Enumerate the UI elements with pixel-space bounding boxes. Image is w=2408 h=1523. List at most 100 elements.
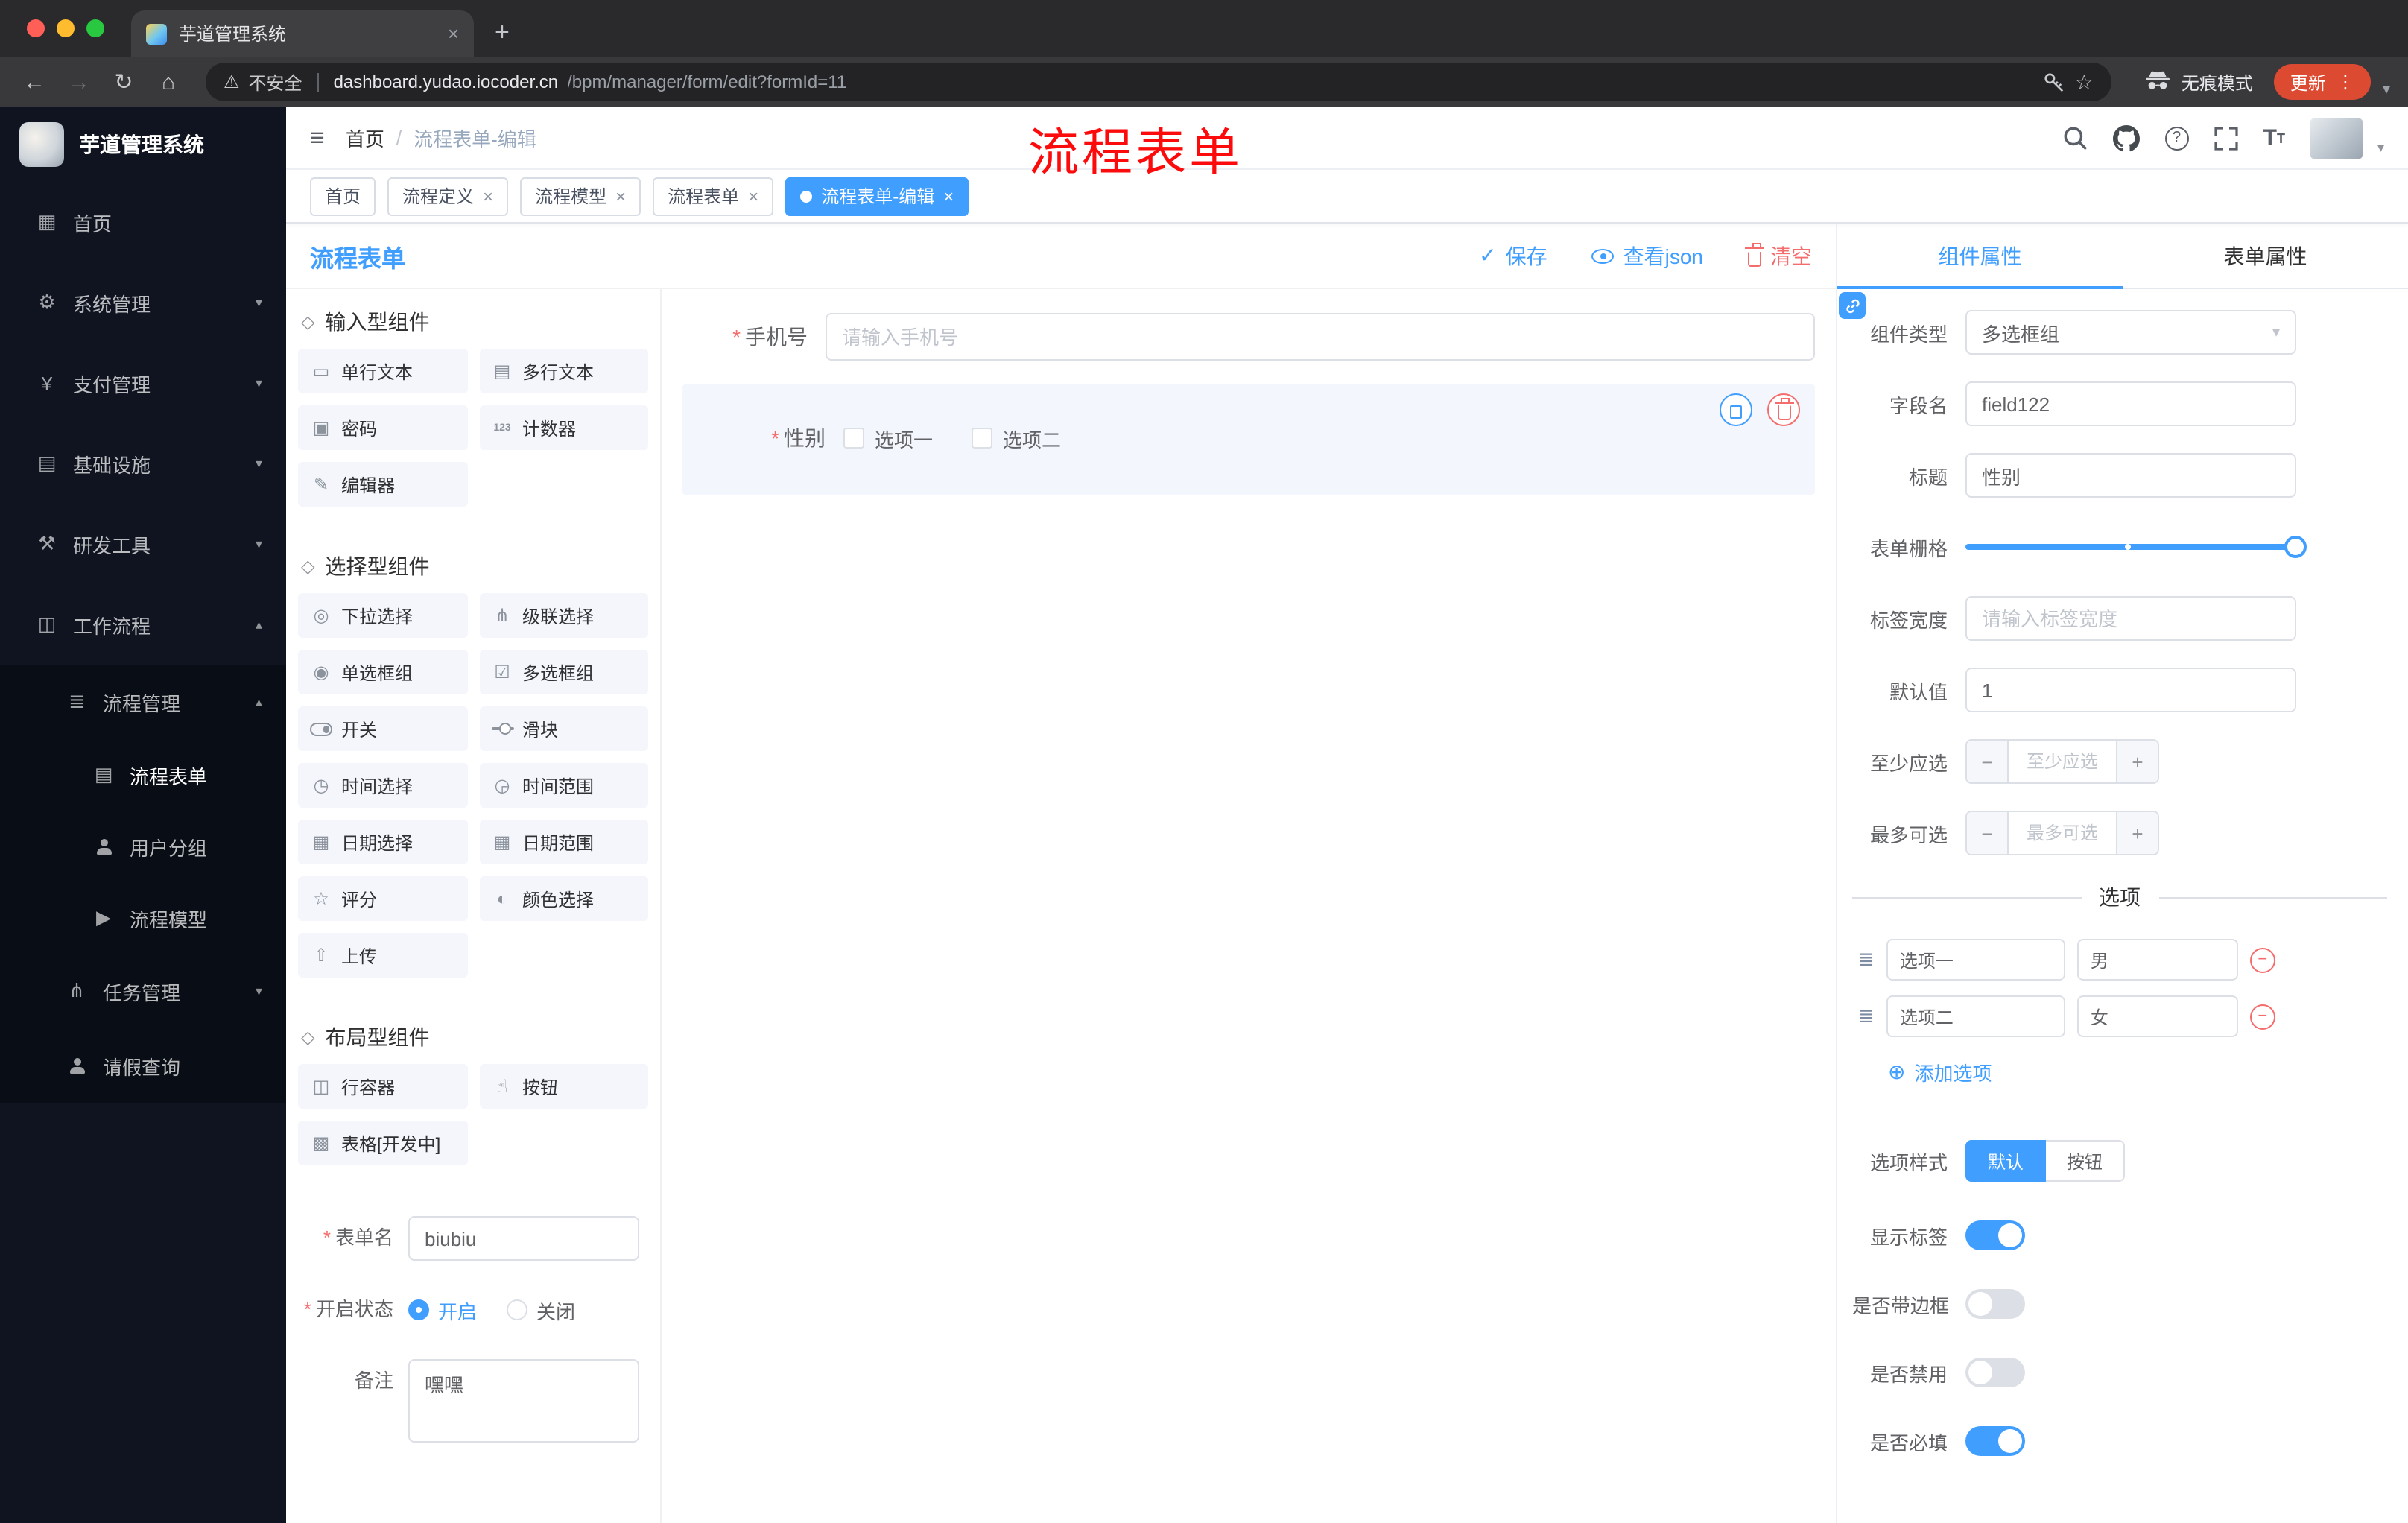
tag-home[interactable]: 首页 <box>310 177 376 215</box>
status-off-radio[interactable]: 关闭 <box>507 1296 575 1324</box>
form-grid-slider[interactable] <box>1965 525 2307 569</box>
canvas-widget-gender[interactable]: * 性别 选项一 选项二 <box>682 384 1815 495</box>
slider-track[interactable] <box>1965 536 2307 558</box>
status-on-radio[interactable]: 开启 <box>408 1296 477 1324</box>
update-button[interactable]: 更新 ⋮ <box>2273 64 2371 100</box>
close-icon[interactable]: × <box>483 186 493 206</box>
delete-widget-button[interactable] <box>1767 393 1800 426</box>
option-label-input[interactable] <box>1886 939 2065 981</box>
font-size-icon[interactable]: TT <box>2263 127 2285 149</box>
phone-input[interactable] <box>826 313 1815 361</box>
sidebar-item-payment[interactable]: ¥ 支付管理 ▾ <box>0 343 286 423</box>
new-tab-button[interactable]: + <box>495 18 510 48</box>
forward-button[interactable]: → <box>60 69 98 95</box>
window-zoom-button[interactable] <box>86 19 104 37</box>
palette-item-date-picker[interactable]: ▦ 日期选择 <box>298 820 467 864</box>
remove-option-button[interactable]: − <box>2249 1004 2275 1029</box>
decrease-button[interactable]: − <box>1967 812 2009 854</box>
sidebar-item-infra[interactable]: ▤ 基础设施 ▾ <box>0 423 286 504</box>
help-icon[interactable]: ? <box>2164 126 2189 150</box>
palette-item-multi-text[interactable]: ▤ 多行文本 <box>479 349 648 393</box>
tab-component-props[interactable]: 组件属性 <box>1837 224 2123 289</box>
palette-item-color-picker[interactable]: ◐ 颜色选择 <box>479 876 648 921</box>
browser-menu-icon[interactable]: ⋮ <box>2336 72 2354 92</box>
tag-process-form[interactable]: 流程表单 × <box>653 177 774 215</box>
field-name-input[interactable] <box>1965 381 2296 426</box>
palette-item-password[interactable]: ▣ 密码 <box>298 405 467 450</box>
sidebar-item-user-group[interactable]: 用户分组 <box>0 811 286 882</box>
tag-process-model[interactable]: 流程模型 × <box>520 177 641 215</box>
palette-item-time-picker[interactable]: ◷ 时间选择 <box>298 763 467 808</box>
sidebar-item-process-model[interactable]: ▶ 流程模型 <box>0 882 286 954</box>
min-select-input[interactable] <box>2009 741 2116 782</box>
option-value-input[interactable] <box>2076 995 2238 1037</box>
option-label-input[interactable] <box>1886 995 2065 1037</box>
sidebar-item-devtools[interactable]: ⚒ 研发工具 ▾ <box>0 504 286 584</box>
close-icon[interactable]: × <box>615 186 626 206</box>
reload-button[interactable]: ↻ <box>104 69 143 95</box>
palette-item-counter[interactable]: 123 计数器 <box>479 405 648 450</box>
palette-item-date-range[interactable]: ▦ 日期范围 <box>479 820 648 864</box>
palette-item-radio-group[interactable]: ◉ 单选框组 <box>298 650 467 694</box>
component-type-select[interactable]: 多选框组 ▾ <box>1965 310 2296 355</box>
palette-item-single-text[interactable]: ▭ 单行文本 <box>298 349 467 393</box>
form-name-input[interactable] <box>408 1216 639 1261</box>
window-close-button[interactable] <box>27 19 45 37</box>
max-select-input[interactable] <box>2009 812 2116 854</box>
palette-item-select[interactable]: ◎ 下拉选择 <box>298 593 467 638</box>
search-icon[interactable] <box>2062 125 2088 151</box>
view-json-button[interactable]: 查看json <box>1591 241 1703 270</box>
sidebar-item-home[interactable]: ▦ 首页 <box>0 182 286 262</box>
slider-handle[interactable] <box>2284 536 2307 558</box>
default-value-input[interactable] <box>1965 668 2296 712</box>
save-button[interactable]: ✓ 保存 <box>1479 241 1547 270</box>
canvas-field-phone[interactable]: * 手机号 <box>682 313 1815 361</box>
label-width-input[interactable] <box>1965 596 2296 641</box>
title-input[interactable] <box>1965 453 2296 498</box>
close-icon[interactable]: × <box>748 186 758 206</box>
required-switch[interactable] <box>1965 1426 2025 1456</box>
palette-item-slider[interactable]: 滑块 <box>479 706 648 751</box>
palette-item-row-container[interactable]: ◫ 行容器 <box>298 1064 467 1109</box>
sidebar-item-process-form[interactable]: ▤ 流程表单 <box>0 739 286 811</box>
palette-item-time-range[interactable]: ◶ 时间范围 <box>479 763 648 808</box>
checkbox-option-1[interactable]: 选项一 <box>843 424 933 452</box>
tag-process-form-edit[interactable]: 流程表单-编辑 × <box>785 177 969 215</box>
palette-item-rate[interactable]: ☆ 评分 <box>298 876 467 921</box>
palette-item-checkbox-group[interactable]: ☑ 多选框组 <box>479 650 648 694</box>
decrease-button[interactable]: − <box>1967 741 2009 782</box>
browser-tab[interactable]: 芋道管理系统 × <box>131 10 474 57</box>
style-default-button[interactable]: 默认 <box>1965 1140 2047 1182</box>
sidebar-item-process-mgmt[interactable]: ≣ 流程管理 ▴ <box>0 665 286 739</box>
sidebar-item-system[interactable]: ⚙ 系统管理 ▾ <box>0 262 286 343</box>
address-bar[interactable]: ⚠ 不安全 dashboard.yudao.iocoder.cn/bpm/man… <box>206 63 2111 101</box>
tab-close-icon[interactable]: × <box>448 22 459 45</box>
breadcrumb-home[interactable]: 首页 <box>346 124 384 152</box>
add-option-button[interactable]: ⊕ 添加选项 <box>1888 1058 2387 1086</box>
bookmark-star-icon[interactable]: ☆ <box>2075 69 2094 95</box>
sidebar-item-leave-query[interactable]: 请假查询 <box>0 1028 286 1103</box>
drag-handle-icon[interactable]: ≣ <box>1858 948 1875 972</box>
window-minimize-button[interactable] <box>57 19 75 37</box>
sidebar-item-task-mgmt[interactable]: ⋔ 任务管理 ▾ <box>0 954 286 1028</box>
copy-widget-button[interactable] <box>1720 393 1752 426</box>
link-icon[interactable] <box>1839 292 1866 319</box>
password-key-icon[interactable] <box>2044 71 2066 93</box>
increase-button[interactable]: + <box>2116 741 2158 782</box>
drag-handle-icon[interactable]: ≣ <box>1858 1004 1875 1028</box>
increase-button[interactable]: + <box>2116 812 2158 854</box>
checkbox-option-2[interactable]: 选项二 <box>972 424 1061 452</box>
sidebar-toggle-icon[interactable]: ≡ <box>310 123 325 153</box>
tab-form-props[interactable]: 表单属性 <box>2123 224 2408 288</box>
remark-textarea[interactable]: 嘿嘿 <box>408 1359 639 1443</box>
palette-item-switch[interactable]: 开关 <box>298 706 467 751</box>
style-button-button[interactable]: 按钮 <box>2046 1140 2126 1182</box>
back-button[interactable]: ← <box>15 69 54 95</box>
palette-item-cascader[interactable]: ⋔ 级联选择 <box>479 593 648 638</box>
show-label-switch[interactable] <box>1965 1220 2025 1250</box>
clear-button[interactable]: 清空 <box>1745 241 1812 270</box>
toolbar-caret-icon[interactable]: ▾ <box>2383 81 2390 98</box>
close-icon[interactable]: × <box>943 186 954 206</box>
palette-item-upload[interactable]: ⇧ 上传 <box>298 933 467 978</box>
border-switch[interactable] <box>1965 1289 2025 1319</box>
